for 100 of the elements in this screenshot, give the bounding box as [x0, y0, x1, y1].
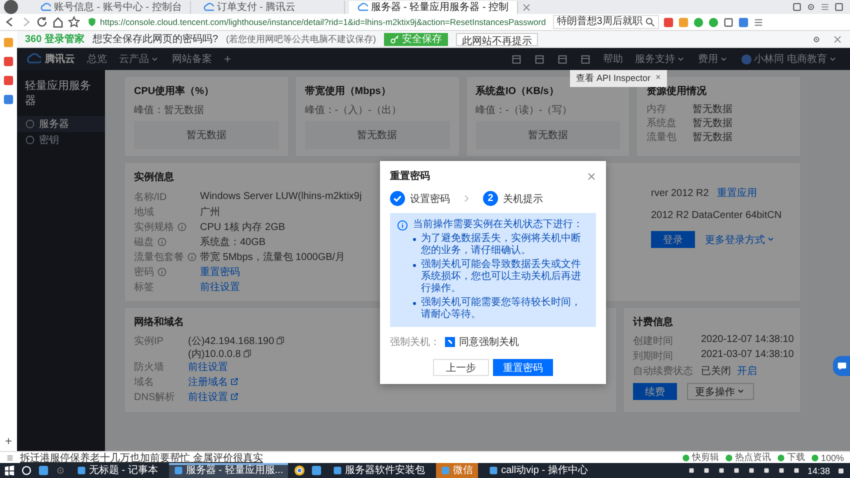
field-label: 流量包套餐: [134, 250, 184, 264]
nav-link[interactable]: 总览: [87, 52, 107, 66]
status-item[interactable]: 下载: [776, 451, 805, 464]
windows-start-icon[interactable]: [4, 465, 15, 476]
address-field[interactable]: https://console.cloud.tencent.com/lighthouse/instance/detail?rid=1&id=lhins-m2ktix9j&action=ResetInstancesPassword: [84, 15, 549, 29]
taskbar-item[interactable]: 无标题 - 记事本: [72, 463, 163, 478]
never-button[interactable]: 此网站不再提示: [456, 32, 538, 46]
dropdown-button[interactable]: 更多操作: [687, 383, 754, 400]
toolbar-icon[interactable]: [738, 16, 750, 28]
save-button[interactable]: 安全保存: [384, 32, 448, 46]
sidebar-app-icon[interactable]: [3, 75, 14, 86]
toolbar-icon[interactable]: [753, 16, 764, 28]
field-label: 域名: [134, 376, 155, 389]
info-icon[interactable]: [157, 236, 167, 246]
info-icon[interactable]: [157, 266, 167, 276]
cloud-logo-icon[interactable]: [25, 52, 41, 66]
step-label: 设置密码: [410, 192, 450, 206]
field-value: 暂无数据: [692, 103, 732, 117]
sidebar-item[interactable]: 服务器: [17, 116, 105, 132]
peak-text: 峰值：-（入）-（出）: [304, 104, 402, 117]
profile-avatar[interactable]: [4, 0, 18, 14]
search-icon[interactable]: [645, 17, 656, 27]
link[interactable]: 前往设置: [188, 390, 228, 404]
clock: 14:38: [807, 466, 830, 476]
taskbar-item[interactable]: 服务器 - 轻量应用服...: [168, 463, 288, 478]
status-item[interactable]: 快剪辑: [682, 451, 719, 464]
nav-link[interactable]: 云产品: [119, 52, 160, 66]
settings-icon[interactable]: [812, 34, 821, 44]
cloud-icon: [40, 2, 51, 13]
card-title: 实例信息: [134, 170, 174, 184]
shield-icon: [87, 17, 97, 27]
reset-password-button[interactable]: 重置密码: [493, 359, 553, 376]
star-icon[interactable]: [68, 16, 80, 28]
account-menu[interactable]: 小林同 电商教育: [741, 52, 838, 66]
toolbar-icon[interactable]: [663, 16, 674, 28]
primary-button[interactable]: 登录: [651, 231, 695, 248]
copy-icon[interactable]: [276, 336, 286, 345]
dialog-title: 重置密码: [390, 170, 430, 183]
window-control-icon[interactable]: [834, 2, 844, 12]
tooltip-text: 查看 API Inspector: [576, 72, 651, 85]
logo-text[interactable]: 腾讯云: [45, 52, 75, 66]
taskbar-app-icon[interactable]: [311, 465, 322, 476]
refresh-icon[interactable]: [36, 16, 48, 28]
link[interactable]: 重置应用: [716, 186, 757, 200]
search-field[interactable]: 特朗普想3周后就职: [552, 15, 660, 29]
nav-link[interactable]: 网站备案: [172, 52, 212, 66]
toolbar-icon[interactable]: [723, 16, 734, 28]
field-label: 名称/ID: [134, 190, 167, 204]
link[interactable]: 前往设置: [200, 280, 240, 294]
sidebar-app-icon[interactable]: [3, 56, 14, 67]
notification-icon[interactable]: [836, 466, 846, 476]
add-button[interactable]: +: [224, 52, 232, 66]
info-icon: [397, 220, 408, 230]
taskbar-app-icon[interactable]: [21, 465, 32, 476]
news-link[interactable]: 拆迁港服停保养老十几万也加前要帮忙 金属评价很真实: [20, 450, 263, 464]
field-label: 密码: [134, 266, 154, 278]
agree-checkbox[interactable]: 同意强制关机: [445, 335, 519, 349]
status-item[interactable]: 热点资讯: [724, 451, 771, 464]
nav-link[interactable]: 服务支持: [635, 52, 686, 66]
sidebar-app-icon[interactable]: [3, 37, 14, 48]
browser-tab[interactable]: 服务器 - 轻量应用服务器 - 控制: [348, 1, 518, 14]
list-icon: [6, 454, 14, 462]
nav-link[interactable]: 帮助: [603, 52, 624, 66]
link[interactable]: 开启: [737, 364, 757, 378]
link[interactable]: 前往设置: [188, 360, 228, 374]
app-icon: [333, 466, 342, 475]
avatar-icon: [741, 54, 752, 64]
primary-button[interactable]: 续费: [633, 383, 677, 400]
taskbar-item[interactable]: 微信: [436, 463, 478, 478]
card-title: 带宽使用（Mbps）: [304, 84, 391, 98]
taskbar-item[interactable]: call动vip - 操作中心: [484, 463, 593, 478]
external-link-icon[interactable]: [230, 377, 239, 386]
new-tab-icon[interactable]: [522, 3, 531, 12]
card-title: 系统盘IO（KB/s）: [476, 84, 559, 98]
info-icon[interactable]: [187, 252, 197, 262]
field-label: 流量包: [646, 131, 678, 145]
circle-icon: [25, 135, 35, 145]
taskbar-item[interactable]: 服务器软件安装包: [328, 463, 430, 478]
copy-icon[interactable]: [242, 349, 252, 358]
external-link-icon[interactable]: [230, 392, 239, 401]
card-title: 计费信息: [633, 316, 673, 329]
status-item[interactable]: 100%: [810, 452, 844, 462]
add-button[interactable]: +: [4, 435, 12, 447]
chat-button[interactable]: [833, 356, 850, 376]
close-icon[interactable]: [587, 172, 596, 180]
taskbar-app-icon[interactable]: [38, 465, 49, 476]
link[interactable]: 注册域名: [188, 374, 228, 388]
previous-button[interactable]: 上一步: [433, 359, 489, 376]
home-icon[interactable]: [52, 16, 64, 28]
sidebar-item[interactable]: 密钥: [17, 132, 105, 148]
close-icon[interactable]: [833, 34, 842, 44]
window-control-icon[interactable]: [820, 2, 830, 12]
link[interactable]: 更多登录方式: [705, 232, 776, 246]
nav-link[interactable]: 费用: [698, 52, 730, 66]
close-button[interactable]: ×: [656, 72, 661, 85]
app-icon: [441, 466, 450, 475]
taskbar-app-icon[interactable]: [294, 465, 306, 476]
sidebar-app-icon[interactable]: [3, 94, 14, 105]
info-icon[interactable]: [177, 222, 187, 232]
link[interactable]: 重置密码: [200, 264, 240, 278]
